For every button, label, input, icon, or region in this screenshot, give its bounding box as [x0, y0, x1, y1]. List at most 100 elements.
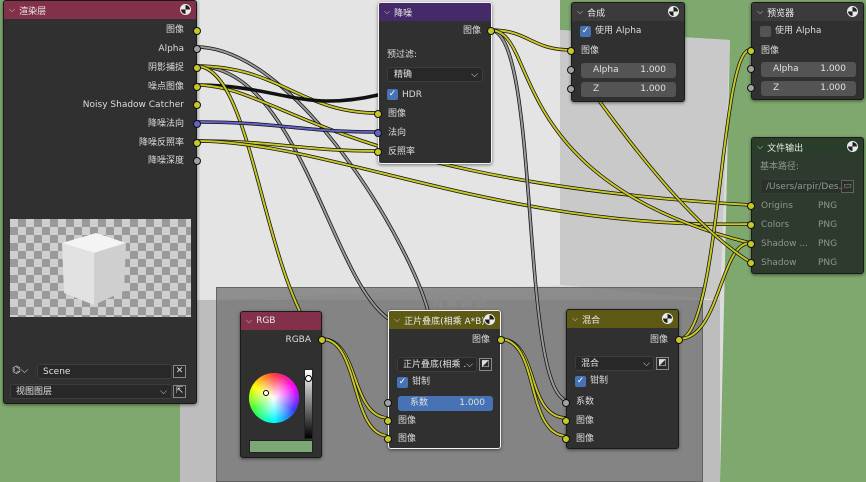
output-socket-image[interactable] — [193, 27, 201, 35]
input-socket-z[interactable] — [747, 84, 755, 92]
collapse-icon[interactable]: ⌵ — [9, 5, 15, 15]
render-layers-node[interactable]: ⌵ 渲染层 图像 Alpha 阴影捕捉 噪点图像 Noisy Shadow Ca… — [3, 0, 201, 404]
node-header[interactable]: ⌵ 正片叠底(相乘 A*B) — [389, 311, 500, 329]
viewer-node[interactable]: ⌵ 预览器 使用 Alpha 图像 Alpha 1.000 Z 1.000 — [747, 2, 864, 100]
output-socket-rgba[interactable] — [318, 336, 326, 344]
output-label-denoising-normal: 降噪法向 — [147, 119, 184, 129]
scene-selector[interactable]: Scene — [37, 364, 172, 379]
input-socket-z[interactable] — [567, 85, 575, 93]
preview-toggle-icon[interactable] — [847, 141, 858, 152]
collapse-icon[interactable]: ⌵ — [572, 314, 578, 324]
scene-data-icon[interactable]: ⌬⌵ — [12, 365, 28, 376]
preview-toggle-icon[interactable] — [180, 4, 191, 15]
output-socket-image[interactable] — [675, 336, 683, 344]
output-socket-denoising-normal[interactable] — [193, 120, 201, 128]
denoise-node[interactable]: ⌵ 降噪 图像 预过滤: 精确 ⌵ ✓ HDR 图像 法向 反照率 — [374, 2, 495, 164]
mix-node[interactable]: ⌵ 混合 图像 混合 ⌵ ◩ ✓ 钳制 系数 图像 图像 — [562, 309, 683, 449]
base-path-label: 基本路径: — [760, 162, 800, 172]
node-header[interactable]: ⌵ 文件输出 — [752, 138, 863, 156]
preview-toggle-icon[interactable] — [668, 6, 679, 17]
input-socket-image[interactable] — [747, 47, 755, 55]
prefilter-select[interactable]: 精确 ⌵ — [387, 67, 483, 82]
output-socket-image[interactable] — [487, 27, 495, 35]
output-socket-shadow-catcher[interactable] — [193, 64, 201, 72]
input-socket-image[interactable] — [567, 47, 575, 55]
input-socket-alpha[interactable] — [567, 66, 575, 74]
alpha-field[interactable]: Alpha 1.000 — [581, 63, 676, 78]
value-slider-handle[interactable] — [305, 375, 312, 382]
collapse-icon[interactable]: ⌵ — [246, 316, 252, 326]
collapse-icon[interactable]: ⌵ — [757, 7, 763, 17]
output-label-image: 图像 — [165, 25, 184, 35]
input-socket-albedo[interactable] — [374, 148, 382, 156]
color-swatch[interactable] — [249, 440, 313, 453]
use-alpha-icon[interactable]: ◩ — [479, 358, 492, 371]
node-header[interactable]: ⌵ 合成 — [572, 3, 684, 21]
input-socket-fac[interactable] — [562, 399, 570, 407]
chevron-down-icon: ⌵ — [643, 359, 650, 369]
output-socket-denoising-albedo[interactable] — [193, 139, 201, 147]
clear-scene-icon[interactable]: ✕ — [173, 365, 186, 378]
use-alpha-icon[interactable]: ◩ — [656, 357, 669, 370]
alpha-field[interactable]: Alpha 1.000 — [761, 62, 856, 77]
input-socket-image-1[interactable] — [562, 417, 570, 425]
input-socket-image-1[interactable] — [384, 417, 392, 425]
node-title: 合成 — [587, 8, 606, 19]
clamp-checkbox[interactable]: ✓ — [575, 376, 586, 387]
rgb-node[interactable]: ⌵ RGB RGBA — [240, 311, 326, 458]
node-header[interactable]: ⌵ 混合 — [567, 310, 678, 328]
output-socket-image[interactable] — [497, 336, 505, 344]
color-wheel-cursor[interactable] — [263, 390, 269, 396]
z-field[interactable]: Z 1.000 — [761, 81, 856, 96]
input-socket-image-2[interactable] — [562, 435, 570, 443]
input-socket-colors[interactable] — [747, 221, 755, 229]
node-title: 渲染层 — [19, 6, 47, 17]
hdr-checkbox[interactable]: ✓ — [387, 89, 398, 100]
collapse-icon[interactable]: ⌵ — [757, 142, 763, 152]
output-socket-noisy-image[interactable] — [193, 83, 201, 91]
prefilter-label: 预过滤: — [387, 50, 418, 60]
preview-toggle-icon[interactable] — [847, 6, 858, 17]
view-layer-selector[interactable]: 视图图层 ⌵ — [10, 384, 172, 399]
blend-type-select[interactable]: 正片叠底(相乘 ... ⌵ — [397, 357, 477, 372]
clamp-checkbox[interactable]: ✓ — [397, 377, 408, 388]
use-alpha-checkbox[interactable]: ✓ — [580, 26, 591, 37]
node-header[interactable]: ⌵ RGB — [241, 312, 321, 330]
blend-type-value: 混合 — [581, 359, 600, 369]
input-socket-shadow[interactable] — [747, 259, 755, 267]
fac-value: 1.000 — [459, 398, 485, 408]
node-header[interactable]: ⌵ 降噪 — [379, 3, 491, 21]
input-socket-origins[interactable] — [747, 202, 755, 210]
render-layer-icon[interactable]: ⇱ — [173, 385, 186, 398]
composite-node[interactable]: ⌵ 合成 ✓ 使用 Alpha 图像 Alpha 1.000 Z 1.000 — [567, 2, 685, 102]
input-socket-image[interactable] — [374, 110, 382, 118]
input-label-image-1: 图像 — [398, 416, 417, 426]
preview-toggle-icon[interactable] — [484, 314, 495, 325]
z-field[interactable]: Z 1.000 — [581, 82, 676, 97]
input-socket-fac[interactable] — [384, 399, 392, 407]
use-alpha-checkbox[interactable] — [760, 26, 771, 37]
blend-type-select[interactable]: 混合 ⌵ — [575, 356, 654, 371]
output-socket-noisy-shadow-catcher[interactable] — [193, 101, 201, 109]
collapse-icon[interactable]: ⌵ — [384, 7, 390, 17]
input-socket-shadow-truncated[interactable] — [747, 240, 755, 248]
input-socket-normal[interactable] — [374, 129, 382, 137]
collapse-icon[interactable]: ⌵ — [394, 315, 400, 325]
output-label-denoising-depth: 降噪深度 — [147, 156, 184, 166]
output-socket-alpha[interactable] — [193, 45, 201, 53]
node-header[interactable]: ⌵ 渲染层 — [4, 1, 196, 19]
collapse-icon[interactable]: ⌵ — [577, 7, 583, 17]
multiply-mix-node[interactable]: ⌵ 正片叠底(相乘 A*B) 图像 正片叠底(相乘 ... ⌵ ◩ ✓ 钳制 系… — [384, 310, 505, 449]
fac-field[interactable]: 系数 1.000 — [398, 396, 493, 411]
node-header[interactable]: ⌵ 预览器 — [752, 3, 863, 21]
preview-toggle-icon[interactable] — [662, 313, 673, 324]
base-path-field[interactable]: /Users/arpir/Des... — [760, 179, 848, 194]
input-socket-image-2[interactable] — [384, 435, 392, 443]
color-wheel[interactable] — [249, 373, 299, 423]
output-socket-denoising-depth[interactable] — [193, 157, 201, 165]
z-label: Z — [773, 83, 780, 93]
z-value: 1.000 — [640, 84, 666, 94]
input-socket-alpha[interactable] — [747, 65, 755, 73]
file-output-node[interactable]: ⌵ 文件输出 基本路径: /Users/arpir/Des... ▭ Origi… — [747, 137, 864, 274]
folder-icon[interactable]: ▭ — [841, 180, 854, 193]
